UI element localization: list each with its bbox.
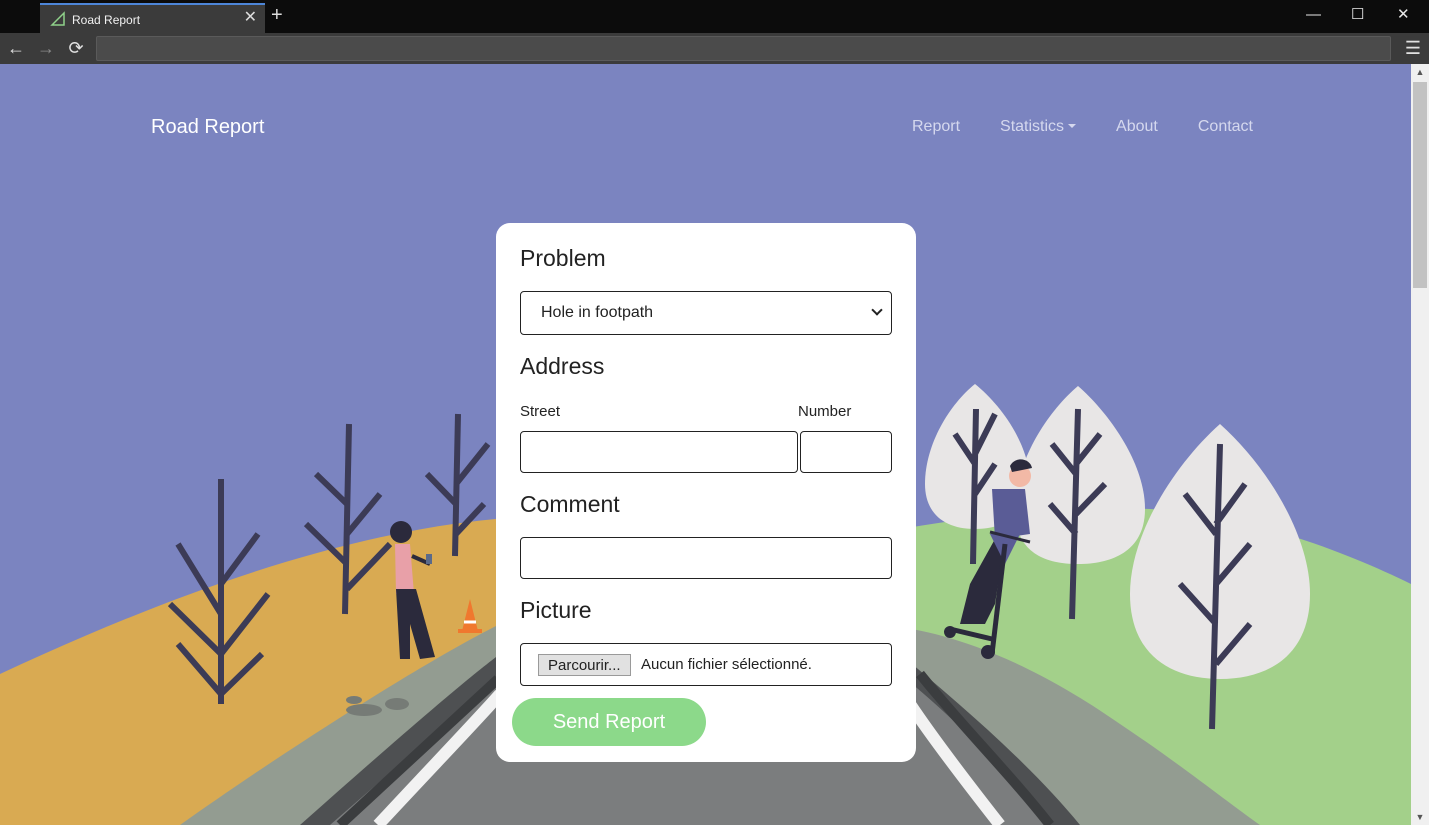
back-arrow-icon[interactable]: ← <box>5 37 27 59</box>
browser-tab[interactable]: Road Report ✕ <box>40 3 265 33</box>
problem-select-value: Hole in footpath <box>541 304 654 321</box>
reload-icon[interactable]: ⟳ <box>65 37 87 59</box>
page-scrollbar[interactable]: ▲ ▼ <box>1411 64 1429 825</box>
problem-heading: Problem <box>520 245 606 271</box>
picture-heading: Picture <box>520 597 592 623</box>
plus-icon[interactable]: + <box>271 5 283 25</box>
chevron-down-icon <box>871 304 883 316</box>
comment-heading: Comment <box>520 491 620 517</box>
nav-statistics-label: Statistics <box>1000 118 1065 135</box>
forward-arrow-icon[interactable]: → <box>35 37 57 59</box>
window-close-button[interactable]: ✕ <box>1397 6 1410 24</box>
scrollbar-thumb[interactable] <box>1413 82 1427 288</box>
tab-logo-icon <box>50 11 65 26</box>
nav-contact[interactable]: Contact <box>1198 118 1253 136</box>
number-input[interactable] <box>800 431 892 473</box>
send-report-button[interactable]: Send Report <box>512 698 706 746</box>
number-label: Number <box>798 403 852 420</box>
tab-title: Road Report <box>72 13 141 27</box>
minimize-button[interactable]: — <box>1306 6 1321 24</box>
file-status: Aucun fichier sélectionné. <box>641 656 812 673</box>
nav-report[interactable]: Report <box>912 118 960 136</box>
scroll-up-icon[interactable]: ▲ <box>1411 64 1429 80</box>
maximize-button[interactable]: ☐ <box>1351 6 1364 24</box>
close-icon[interactable]: ✕ <box>244 10 257 26</box>
caret-down-icon <box>1068 124 1077 128</box>
page-viewport: Road Report Report Statistics About Cont… <box>0 64 1411 825</box>
url-bar[interactable] <box>96 36 1391 61</box>
street-input[interactable] <box>520 431 798 473</box>
picture-file-input[interactable]: Parcourir... Aucun fichier sélectionné. <box>520 643 892 686</box>
nav-statistics[interactable]: Statistics <box>1000 118 1077 136</box>
comment-input[interactable] <box>520 537 892 579</box>
problem-select[interactable]: Hole in footpath <box>520 291 892 335</box>
street-label: Street <box>520 403 561 420</box>
report-form-card: Problem Hole in footpath Address Street … <box>496 223 916 762</box>
scroll-down-icon[interactable]: ▼ <box>1411 809 1429 825</box>
site-nav: Report Statistics About Contact <box>912 118 1253 136</box>
nav-about[interactable]: About <box>1116 118 1158 136</box>
browser-tab-bar: Road Report ✕ + — ☐ ✕ <box>0 0 1429 33</box>
site-brand[interactable]: Road Report <box>151 116 264 139</box>
browse-button[interactable]: Parcourir... <box>538 654 631 676</box>
menu-icon[interactable]: ☰ <box>1405 37 1421 59</box>
browser-toolbar: ← → ⟳ ☰ <box>0 33 1429 64</box>
address-heading: Address <box>520 353 605 379</box>
